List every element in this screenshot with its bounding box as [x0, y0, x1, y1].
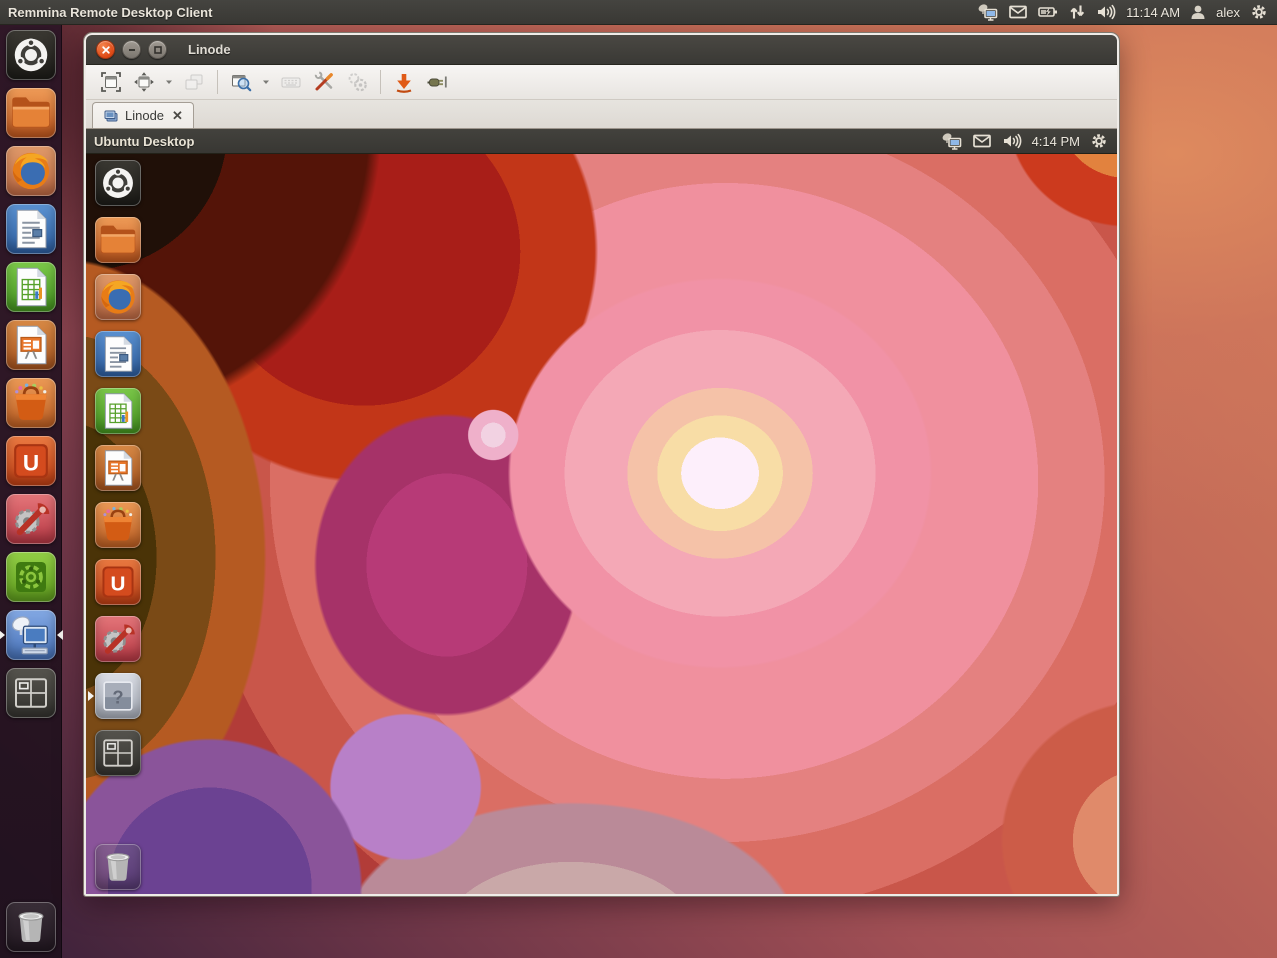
launcher-item-ubuntu-software-center[interactable] — [95, 502, 141, 548]
remmina-window: Linode Linode ✕ Ubuntu Desktop — [84, 33, 1119, 896]
tab-strip: Linode ✕ — [86, 100, 1117, 128]
minimize-window-button[interactable] — [389, 68, 419, 96]
window-close-button[interactable] — [96, 40, 115, 59]
launcher-item-dash-home[interactable] — [6, 30, 56, 80]
clock[interactable]: 11:14 AM — [1126, 5, 1180, 20]
window-title: Linode — [188, 42, 231, 57]
launcher-item-workspace-switcher[interactable] — [95, 730, 141, 776]
running-indicator-arrow — [0, 630, 5, 640]
launcher-item-libreoffice-writer[interactable] — [6, 204, 56, 254]
preferences-button — [342, 68, 372, 96]
launcher-item-libreoffice-calc[interactable] — [6, 262, 56, 312]
session-gear-icon[interactable] — [1249, 2, 1269, 22]
user-icon — [1189, 2, 1207, 22]
duplicate-connection-button — [179, 68, 209, 96]
launcher-item-home-folder[interactable] — [6, 88, 56, 138]
scaled-mode-dropdown-button[interactable] — [259, 68, 273, 96]
remote-clock[interactable]: 4:14 PM — [1032, 134, 1080, 149]
launcher-item-ubuntu-one[interactable]: U — [6, 436, 56, 486]
svg-text:?: ? — [112, 686, 123, 707]
focused-indicator-arrow — [57, 630, 63, 640]
toolbar-separator — [380, 70, 381, 94]
battery-indicator-icon[interactable] — [1037, 2, 1059, 22]
tab-label: Linode — [125, 108, 164, 123]
remote-panel-tray: 4:14 PM — [941, 131, 1117, 151]
launcher-item-system-settings[interactable] — [95, 616, 141, 662]
launcher-item-libreoffice-writer[interactable] — [95, 331, 141, 377]
svg-text:U: U — [111, 573, 126, 596]
fit-window-button[interactable] — [129, 68, 159, 96]
launcher-item-libreoffice-calc[interactable] — [95, 388, 141, 434]
remote-panel-title: Ubuntu Desktop — [94, 134, 194, 149]
network-traffic-icon[interactable] — [1068, 2, 1086, 22]
launcher-item-workspace-switcher[interactable] — [6, 668, 56, 718]
remote-top-panel: Ubuntu Desktop 4:14 PM — [86, 129, 1117, 154]
launcher-item-trash[interactable] — [95, 844, 141, 890]
unity-launcher: U — [0, 24, 62, 958]
launcher-item-libreoffice-impress[interactable] — [6, 320, 56, 370]
volume-indicator-icon[interactable] — [1095, 2, 1117, 22]
panel-app-title: Remmina Remote Desktop Client — [8, 5, 212, 20]
remmina-applet-icon[interactable] — [977, 2, 999, 22]
top-panel: Remmina Remote Desktop Client 11:14 AM a… — [0, 0, 1277, 25]
remmina-toolbar — [86, 65, 1117, 100]
launcher-item-unknown-application[interactable]: ? — [95, 673, 141, 719]
window-titlebar[interactable]: Linode — [86, 35, 1117, 65]
launcher-item-home-folder[interactable] — [95, 217, 141, 263]
launcher-item-system-settings[interactable] — [6, 494, 56, 544]
tab-close-icon[interactable]: ✕ — [172, 109, 183, 122]
remmina-applet-icon[interactable] — [941, 131, 963, 151]
volume-indicator-icon[interactable] — [1001, 131, 1023, 151]
tab-connection-icon — [103, 108, 119, 124]
launcher-item-remmina[interactable] — [6, 610, 56, 660]
launcher-item-software-updater[interactable] — [6, 552, 56, 602]
session-gear-icon[interactable] — [1089, 131, 1109, 151]
fit-window-dropdown-button[interactable] — [162, 68, 176, 96]
desktop: Remmina Remote Desktop Client 11:14 AM a… — [0, 0, 1277, 958]
toolbar-separator — [217, 70, 218, 94]
disconnect-button[interactable] — [422, 68, 452, 96]
window-minimize-button[interactable] — [122, 40, 141, 59]
user-menu[interactable]: alex — [1216, 5, 1240, 20]
tab-linode[interactable]: Linode ✕ — [92, 102, 194, 128]
mail-indicator-icon[interactable] — [1008, 2, 1028, 22]
launcher-item-libreoffice-impress[interactable] — [95, 445, 141, 491]
running-indicator-arrow — [88, 691, 94, 701]
mail-indicator-icon[interactable] — [972, 131, 992, 151]
launcher-item-firefox[interactable] — [95, 274, 141, 320]
launcher-item-dash-home[interactable] — [95, 160, 141, 206]
tools-button[interactable] — [309, 68, 339, 96]
grab-keyboard-button — [276, 68, 306, 96]
launcher-item-ubuntu-software-center[interactable] — [6, 378, 56, 428]
remote-unity-launcher: U? — [92, 160, 144, 890]
top-panel-tray: 11:14 AM alex — [977, 2, 1277, 22]
svg-text:U: U — [22, 450, 38, 475]
remote-desktop-surface[interactable]: Ubuntu Desktop 4:14 PM — [86, 128, 1117, 894]
toggle-fullscreen-button[interactable] — [96, 68, 126, 96]
window-maximize-button[interactable] — [148, 40, 167, 59]
launcher-item-ubuntu-one[interactable]: U — [95, 559, 141, 605]
scaled-mode-button[interactable] — [226, 68, 256, 96]
launcher-item-trash[interactable] — [6, 902, 56, 952]
launcher-item-firefox[interactable] — [6, 146, 56, 196]
